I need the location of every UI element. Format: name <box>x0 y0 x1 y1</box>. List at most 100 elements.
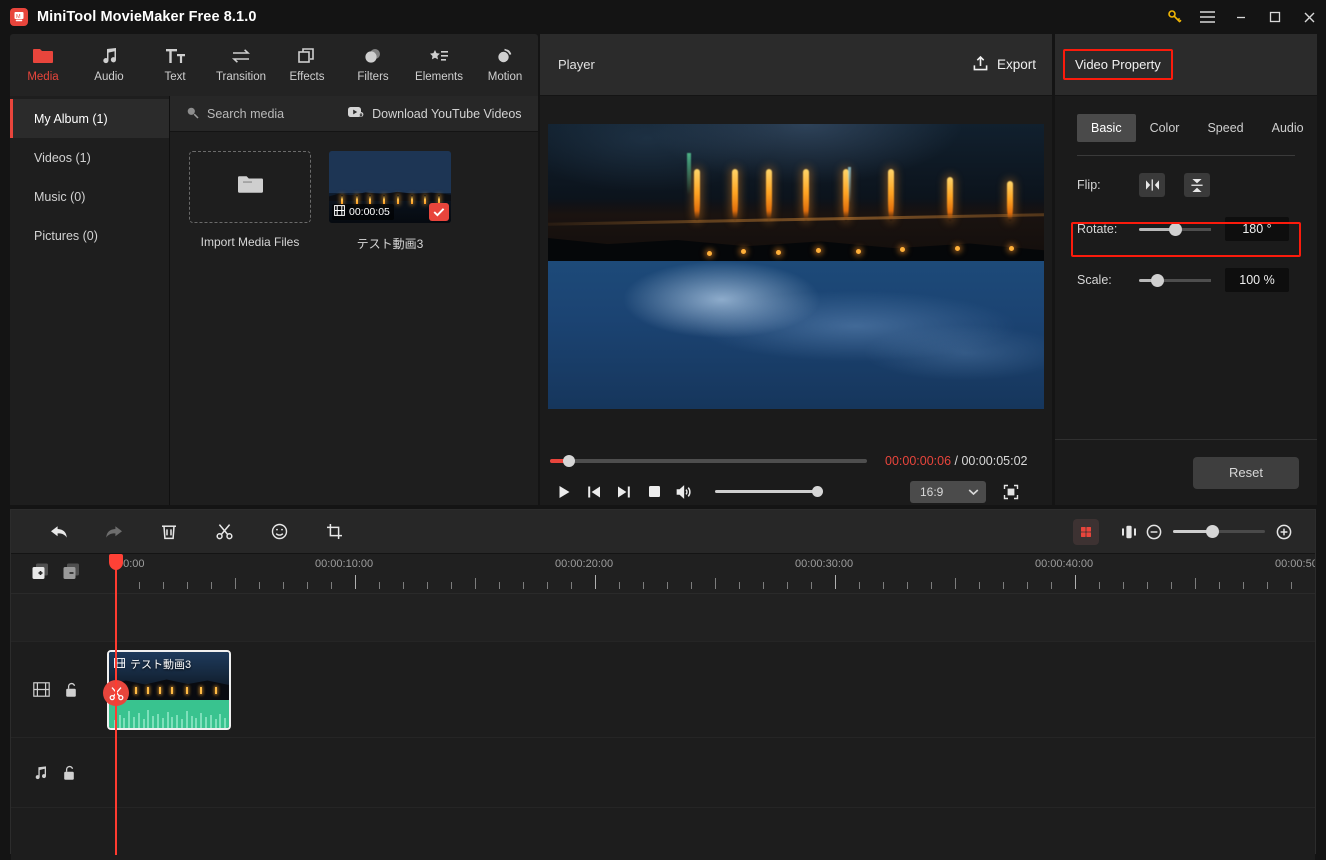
tab-basic[interactable]: Basic <box>1077 114 1136 142</box>
download-youtube-videos-button[interactable]: Download YouTube Videos <box>348 106 522 121</box>
media-item[interactable]: 00:00:05 テスト動画3 <box>329 151 451 252</box>
tab-speed[interactable]: Speed <box>1193 114 1257 142</box>
split-button[interactable] <box>207 517 241 547</box>
scale-slider-knob[interactable] <box>1151 273 1164 287</box>
volume-button[interactable] <box>669 480 699 504</box>
clip-audio-waveform <box>109 700 229 728</box>
undo-button[interactable] <box>42 517 76 547</box>
scale-slider[interactable] <box>1139 273 1211 287</box>
timeline-zoom-slider[interactable] <box>1173 525 1265 538</box>
timeline-audio-track[interactable] <box>11 738 1315 808</box>
playhead-handle[interactable] <box>109 554 123 570</box>
album-list: My Album (1) Videos (1) Music (0) Pictur… <box>10 96 170 505</box>
ruler-tick <box>187 582 188 589</box>
volume-slider[interactable] <box>715 486 823 497</box>
ruler-label: 00:00:50: <box>1275 558 1315 570</box>
media-duration-text: 00:00:05 <box>349 206 390 218</box>
add-track-icon[interactable] <box>31 562 50 586</box>
playback-progress-slider[interactable] <box>550 455 867 467</box>
maximize-icon[interactable] <box>1258 0 1292 34</box>
delete-button[interactable] <box>152 517 186 547</box>
key-icon[interactable] <box>1160 0 1190 34</box>
flip-vertical-icon[interactable] <box>1184 173 1210 197</box>
unlock-icon[interactable] <box>64 682 78 698</box>
previous-frame-button[interactable] <box>579 480 609 504</box>
ruler-tick <box>355 575 356 589</box>
reset-button[interactable]: Reset <box>1193 456 1299 489</box>
next-frame-button[interactable] <box>609 480 639 504</box>
timeline-video-track[interactable]: テスト動画3 <box>11 642 1315 738</box>
timeline-playhead[interactable] <box>109 554 123 855</box>
menu-icon[interactable] <box>1190 0 1224 34</box>
flip-row: Flip: <box>1077 170 1317 200</box>
flip-horizontal-icon[interactable] <box>1139 173 1165 197</box>
ruler-tick <box>475 578 476 589</box>
redo-button[interactable] <box>97 517 131 547</box>
nav-tab-filters[interactable]: Filters <box>340 34 406 96</box>
album-item-my-album[interactable]: My Album (1) <box>10 99 169 138</box>
ruler-tick <box>259 582 260 589</box>
ruler-tick <box>835 575 836 589</box>
music-note-icon <box>33 765 48 780</box>
player-header: Player Export <box>540 34 1052 96</box>
export-button[interactable]: Export <box>972 55 1036 75</box>
scale-value[interactable]: 100 % <box>1225 268 1289 292</box>
album-item-pictures[interactable]: Pictures (0) <box>10 216 169 255</box>
unlock-icon[interactable] <box>62 765 76 781</box>
rotate-value[interactable]: 180 ° <box>1225 217 1289 241</box>
fullscreen-button[interactable] <box>1000 481 1022 503</box>
ruler-tick <box>1195 578 1196 589</box>
transition-arrows-icon <box>230 43 252 69</box>
nav-tab-motion[interactable]: Motion <box>472 34 538 96</box>
album-item-videos[interactable]: Videos (1) <box>10 138 169 177</box>
video-property-title[interactable]: Video Property <box>1063 49 1173 80</box>
remove-track-icon[interactable] <box>62 562 81 586</box>
video-preview[interactable] <box>548 124 1044 409</box>
album-item-label: Videos (1) <box>34 150 91 165</box>
marker-icon[interactable] <box>1073 518 1099 545</box>
ruler-tick <box>1243 582 1244 589</box>
media-selected-checkbox[interactable] <box>429 203 449 221</box>
album-item-music[interactable]: Music (0) <box>10 177 169 216</box>
nav-tab-text[interactable]: Text <box>142 34 208 96</box>
search-input[interactable]: Search media <box>186 106 284 122</box>
rotate-slider[interactable] <box>1139 222 1211 236</box>
minimize-icon[interactable] <box>1224 0 1258 34</box>
tab-audio[interactable]: Audio <box>1258 114 1318 142</box>
media-duration-badge: 00:00:05 <box>332 204 394 220</box>
zoom-in-button[interactable] <box>1273 521 1295 543</box>
nav-tab-transition[interactable]: Transition <box>208 34 274 96</box>
media-main: Search media Download YouTube Videos Imp… <box>170 96 538 505</box>
timeline-extra-row[interactable] <box>11 808 1315 860</box>
zoom-out-button[interactable] <box>1143 521 1165 543</box>
tab-basic-label: Basic <box>1091 121 1122 135</box>
ruler-tick <box>1291 582 1292 589</box>
nav-tab-media[interactable]: Media <box>10 34 76 96</box>
volume-knob[interactable] <box>812 486 823 497</box>
album-item-label: My Album (1) <box>34 111 108 126</box>
progress-knob[interactable] <box>563 455 575 467</box>
rotate-slider-knob[interactable] <box>1169 222 1182 236</box>
nav-tab-elements[interactable]: Elements <box>406 34 472 96</box>
import-media-cell[interactable]: Import Media Files <box>189 151 311 252</box>
media-thumbnail[interactable]: 00:00:05 <box>329 151 451 223</box>
window-title: MiniTool MovieMaker Free 8.1.0 <box>37 9 257 25</box>
play-button[interactable] <box>549 480 579 504</box>
close-icon[interactable] <box>1292 0 1326 34</box>
timeline-ruler[interactable]: 00:00 00:00:10:00 00:00:20:00 00:00:30:0… <box>11 554 1315 594</box>
ruler-tick <box>1075 575 1076 589</box>
crop-button[interactable] <box>317 517 351 547</box>
chevron-down-icon <box>968 485 979 499</box>
ruler-tick <box>571 582 572 589</box>
search-icon <box>186 106 199 122</box>
tab-color[interactable]: Color <box>1136 114 1194 142</box>
audio-track-head <box>11 738 103 807</box>
nav-tab-effects[interactable]: Effects <box>274 34 340 96</box>
fit-icon[interactable] <box>1115 517 1143 547</box>
import-media-dropzone[interactable] <box>189 151 311 223</box>
nav-tab-audio[interactable]: Audio <box>76 34 142 96</box>
zoom-knob[interactable] <box>1206 525 1219 538</box>
aspect-ratio-select[interactable]: 16:9 <box>910 480 986 503</box>
stop-button[interactable] <box>639 480 669 504</box>
speed-button[interactable] <box>262 517 296 547</box>
